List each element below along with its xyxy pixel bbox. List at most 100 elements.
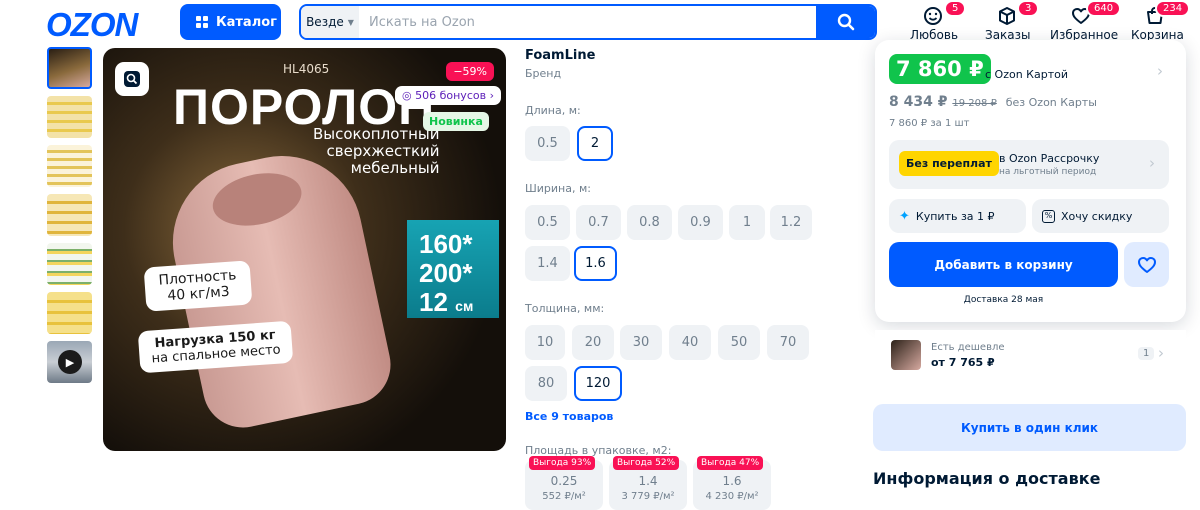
product-code: HL4065 — [283, 62, 330, 76]
zoom-search-icon[interactable] — [115, 62, 149, 96]
buy-one-click-button[interactable]: Купить в один клик — [873, 404, 1186, 451]
width-option[interactable]: 0.5 — [525, 205, 570, 240]
chevron-right-icon[interactable]: › — [1157, 62, 1163, 80]
thumbnail[interactable] — [47, 243, 92, 285]
cheaper-thumbnail — [891, 340, 921, 370]
thickness-option[interactable]: 50 — [718, 325, 760, 360]
thickness-option[interactable]: 40 — [669, 325, 711, 360]
want-discount-label: Хочу скидку — [1061, 209, 1133, 223]
video-thumbnail[interactable]: ▶ — [47, 341, 92, 383]
bonus-icon: ◎ — [402, 89, 412, 102]
length-label: Длина, м: — [525, 104, 581, 117]
search-scope-select[interactable]: Везде ▼ — [301, 6, 359, 38]
add-to-cart-button[interactable]: Добавить в корзину — [889, 242, 1118, 287]
thickness-option[interactable]: 80 — [525, 366, 567, 401]
favorite-button[interactable] — [1124, 242, 1169, 287]
search-bar: Везде ▼ Искать на Ozon — [299, 4, 877, 40]
installment-subtitle: на льготный период — [999, 167, 1097, 177]
header-love[interactable]: 5 Любовь — [910, 0, 967, 42]
thumbnail-list: ▶ — [47, 47, 92, 390]
buy-for-1-button[interactable]: ✦ Купить за 1 ₽ — [889, 199, 1026, 233]
price-without-card: 8 434 ₽ 19 208 ₽ без Ozon Карты — [889, 94, 1097, 110]
thickness-option[interactable]: 70 — [767, 325, 809, 360]
search-scope-label: Везде — [306, 15, 344, 29]
package-option[interactable]: Выгода 47% 1.6 4 230 ₽/м² — [693, 456, 771, 510]
cheaper-offer[interactable]: Есть дешевле от 7 765 ₽ 1 › — [875, 330, 1186, 385]
thickness-option-selected[interactable]: 120 — [574, 366, 622, 401]
header-orders[interactable]: 3 Заказы — [985, 0, 1040, 42]
header-favorites[interactable]: 640 Избранное — [1050, 0, 1122, 42]
product-options: FoamLine Бренд Длина, м: 0.5 2 Ширина, м… — [525, 48, 855, 510]
search-icon — [837, 13, 854, 31]
smile-icon — [924, 7, 942, 25]
package-price: 4 230 ₽/м² — [705, 491, 759, 502]
search-input[interactable]: Искать на Ozon — [359, 15, 816, 30]
package-option[interactable]: Выгода 93% 0.25 552 ₽/м² — [525, 456, 603, 510]
hero-subtitle: Высокоплотный сверхжесткий мебельный — [313, 126, 440, 177]
all-items-link[interactable]: Все 9 товаров — [525, 410, 613, 423]
size-unit: см — [455, 298, 474, 314]
novelty-badge: Новинка — [423, 112, 489, 131]
deal-badge: Выгода 52% — [613, 456, 680, 470]
width-option[interactable]: 0.7 — [576, 205, 621, 240]
density-tag: Плотность 40 кг/м3 — [143, 260, 253, 312]
cheaper-count: 1 — [1138, 347, 1155, 360]
cheaper-label: Есть дешевле — [931, 342, 1005, 353]
width-option[interactable]: 0.8 — [627, 205, 672, 240]
width-label: Ширина, м: — [525, 182, 591, 195]
hero-subtitle-line: мебельный — [350, 159, 440, 177]
thickness-option[interactable]: 30 — [620, 325, 662, 360]
width-option[interactable]: 0.9 — [678, 205, 723, 240]
thumbnail[interactable] — [47, 47, 92, 89]
width-option[interactable]: 1.4 — [525, 246, 570, 281]
thumbnail[interactable] — [47, 292, 92, 334]
orders-badge: 3 — [1017, 0, 1040, 17]
grid-icon — [196, 16, 208, 28]
want-discount-button[interactable]: % Хочу скидку — [1032, 199, 1169, 233]
package-price: 3 779 ₽/м² — [621, 491, 675, 502]
per-unit-price: 7 860 ₽ за 1 шт — [889, 118, 970, 129]
chevron-down-icon: ▼ — [347, 17, 354, 27]
thickness-option[interactable]: 20 — [572, 325, 614, 360]
size-value: 12 — [419, 287, 448, 317]
discount-badge: −59% — [446, 62, 494, 81]
cheaper-price: от 7 765 ₽ — [931, 356, 995, 369]
hero-subtitle-line: сверхжесткий — [326, 142, 440, 160]
deal-badge: Выгода 93% — [529, 456, 596, 470]
catalog-label: Каталог — [216, 14, 277, 30]
product-image[interactable]: HL4065 ПОРОЛОН Высокоплотный сверхжестки… — [103, 48, 506, 451]
size-value: 160 — [419, 229, 463, 259]
width-option-selected[interactable]: 1.6 — [574, 246, 617, 281]
thickness-option[interactable]: 10 — [525, 325, 565, 360]
brand-name[interactable]: FoamLine — [525, 48, 855, 63]
length-option[interactable]: 0.5 — [525, 126, 570, 161]
thumbnail[interactable] — [47, 145, 92, 187]
package-option[interactable]: Выгода 52% 1.4 3 779 ₽/м² — [609, 456, 687, 510]
installment-block[interactable]: Без переплат в Ozon Рассрочку на льготны… — [889, 140, 1169, 189]
price-with-card[interactable]: 7 860 ₽ — [889, 54, 991, 84]
thumbnail[interactable] — [47, 96, 92, 138]
width-option[interactable]: 1 — [729, 205, 765, 240]
thumbnail[interactable] — [47, 194, 92, 236]
thickness-label: Толщина, мм: — [525, 302, 605, 315]
installment-title: в Ozon Рассрочку — [999, 152, 1100, 165]
length-option-selected[interactable]: 2 — [577, 126, 613, 161]
buy-card: 7 860 ₽ с Ozon Картой › 8 434 ₽ 19 208 ₽… — [875, 40, 1186, 322]
ozon-logo[interactable]: OZON — [46, 6, 138, 44]
chevron-right-icon: › — [1149, 154, 1155, 172]
favorites-badge: 640 — [1086, 0, 1122, 17]
search-button[interactable] — [816, 6, 875, 38]
delivery-info-title: Информация о доставке — [873, 469, 1101, 488]
brand-label: Бренд — [525, 67, 562, 80]
bonus-badge[interactable]: ◎ 506 бонусов › — [395, 86, 501, 105]
package-price: 552 ₽/м² — [542, 491, 586, 502]
header-cart[interactable]: 234 Корзина — [1131, 0, 1191, 42]
old-price-note: без Ozon Карты — [1005, 96, 1097, 109]
sparkle-icon: ✦ — [899, 208, 910, 224]
catalog-button[interactable]: Каталог — [180, 4, 281, 40]
love-badge: 5 — [944, 0, 967, 17]
size-value: 200 — [419, 258, 463, 288]
width-option[interactable]: 1.2 — [770, 205, 812, 240]
chevron-right-icon: › — [489, 89, 494, 102]
package-value: 1.6 — [722, 474, 742, 488]
